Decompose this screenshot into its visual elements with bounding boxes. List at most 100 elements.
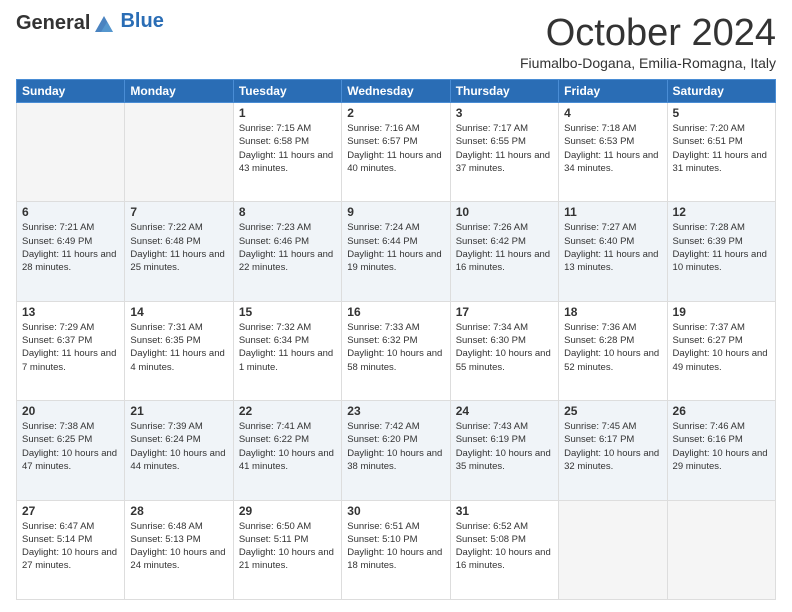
logo-general: General — [16, 12, 90, 35]
day-number: 23 — [347, 404, 444, 418]
day-info: Sunrise: 7:17 AMSunset: 6:55 PMDaylight:… — [456, 122, 553, 175]
calendar-cell: 20Sunrise: 7:38 AMSunset: 6:25 PMDayligh… — [17, 401, 125, 500]
day-number: 31 — [456, 504, 553, 518]
day-number: 3 — [456, 106, 553, 120]
day-info: Sunrise: 7:16 AMSunset: 6:57 PMDaylight:… — [347, 122, 444, 175]
day-number: 12 — [673, 205, 770, 219]
calendar-cell: 31 Sunrise: 6:52 AMSunset: 5:08 PMDayligh… — [450, 500, 558, 599]
day-number: 2 — [347, 106, 444, 120]
day-info: Sunrise: 6:48 AMSunset: 5:13 PMDaylight:… — [130, 520, 227, 573]
day-info: Sunrise: 7:29 AMSunset: 6:37 PMDaylight:… — [22, 321, 119, 374]
day-info: Sunrise: 6:50 AMSunset: 5:11 PMDaylight:… — [239, 520, 336, 573]
day-number: 5 — [673, 106, 770, 120]
calendar-cell: 23 Sunrise: 7:42 AMSunset: 6:20 PMDayligh… — [342, 401, 450, 500]
calendar-cell: 24Sunrise: 7:43 AMSunset: 6:19 PMDayligh… — [450, 401, 558, 500]
day-number: 6 — [22, 205, 119, 219]
day-info: Sunrise: 6:52 AMSunset: 5:08 PMDaylight:… — [456, 520, 553, 573]
col-header-monday: Monday — [125, 80, 233, 103]
col-header-friday: Friday — [559, 80, 667, 103]
day-number: 13 — [22, 305, 119, 319]
calendar-cell — [559, 500, 667, 599]
calendar-cell: 15 Sunrise: 7:32 AMSunset: 6:34 PMDayligh… — [233, 301, 341, 400]
calendar-cell: 18 Sunrise: 7:36 AMSunset: 6:28 PMDayligh… — [559, 301, 667, 400]
day-number: 14 — [130, 305, 227, 319]
day-number: 17 — [456, 305, 553, 319]
logo: General Blue — [16, 12, 164, 35]
calendar-header-row: SundayMondayTuesdayWednesdayThursdayFrid… — [17, 80, 776, 103]
location-subtitle: Fiumalbo-Dogana, Emilia-Romagna, Italy — [520, 55, 776, 71]
day-number: 29 — [239, 504, 336, 518]
calendar-cell — [17, 103, 125, 202]
day-number: 22 — [239, 404, 336, 418]
title-block: October 2024 Fiumalbo-Dogana, Emilia-Rom… — [520, 12, 776, 71]
day-info: Sunrise: 7:41 AMSunset: 6:22 PMDaylight:… — [239, 420, 336, 473]
day-number: 4 — [564, 106, 661, 120]
calendar-cell: 28Sunrise: 6:48 AMSunset: 5:13 PMDayligh… — [125, 500, 233, 599]
day-number: 20 — [22, 404, 119, 418]
day-number: 25 — [564, 404, 661, 418]
calendar-cell: 7 Sunrise: 7:22 AMSunset: 6:48 PMDaylight… — [125, 202, 233, 301]
day-info: Sunrise: 7:31 AMSunset: 6:35 PMDaylight:… — [130, 321, 227, 374]
day-info: Sunrise: 7:32 AMSunset: 6:34 PMDaylight:… — [239, 321, 336, 374]
day-info: Sunrise: 7:27 AMSunset: 6:40 PMDaylight:… — [564, 221, 661, 274]
col-header-tuesday: Tuesday — [233, 80, 341, 103]
day-number: 24 — [456, 404, 553, 418]
day-number: 21 — [130, 404, 227, 418]
day-info: Sunrise: 7:15 AMSunset: 6:58 PMDaylight:… — [239, 122, 336, 175]
col-header-saturday: Saturday — [667, 80, 775, 103]
calendar-cell: 16 Sunrise: 7:33 AMSunset: 6:32 PMDayligh… — [342, 301, 450, 400]
calendar-cell: 3 Sunrise: 7:17 AMSunset: 6:55 PMDaylight… — [450, 103, 558, 202]
calendar-cell: 12 Sunrise: 7:28 AMSunset: 6:39 PMDayligh… — [667, 202, 775, 301]
calendar-cell: 13 Sunrise: 7:29 AMSunset: 6:37 PMDayligh… — [17, 301, 125, 400]
day-info: Sunrise: 7:26 AMSunset: 6:42 PMDaylight:… — [456, 221, 553, 274]
day-info: Sunrise: 7:22 AMSunset: 6:48 PMDaylight:… — [130, 221, 227, 274]
calendar-cell: 30 Sunrise: 6:51 AMSunset: 5:10 PMDayligh… — [342, 500, 450, 599]
calendar-cell — [667, 500, 775, 599]
calendar-cell: 1Sunrise: 7:15 AMSunset: 6:58 PMDaylight… — [233, 103, 341, 202]
header: General Blue October 2024 Fiumalbo-Dogan… — [16, 12, 776, 71]
day-info: Sunrise: 7:21 AMSunset: 6:49 PMDaylight:… — [22, 221, 119, 274]
day-number: 9 — [347, 205, 444, 219]
day-info: Sunrise: 7:20 AMSunset: 6:51 PMDaylight:… — [673, 122, 770, 175]
calendar-cell: 4 Sunrise: 7:18 AMSunset: 6:53 PMDaylight… — [559, 103, 667, 202]
day-number: 7 — [130, 205, 227, 219]
calendar-cell: 25 Sunrise: 7:45 AMSunset: 6:17 PMDayligh… — [559, 401, 667, 500]
day-number: 19 — [673, 305, 770, 319]
day-number: 18 — [564, 305, 661, 319]
day-info: Sunrise: 7:42 AMSunset: 6:20 PMDaylight:… — [347, 420, 444, 473]
day-info: Sunrise: 7:36 AMSunset: 6:28 PMDaylight:… — [564, 321, 661, 374]
day-info: Sunrise: 7:34 AMSunset: 6:30 PMDaylight:… — [456, 321, 553, 374]
col-header-thursday: Thursday — [450, 80, 558, 103]
logo-blue: Blue — [120, 10, 163, 33]
day-info: Sunrise: 7:18 AMSunset: 6:53 PMDaylight:… — [564, 122, 661, 175]
day-number: 16 — [347, 305, 444, 319]
calendar-cell — [125, 103, 233, 202]
calendar-cell: 17 Sunrise: 7:34 AMSunset: 6:30 PMDayligh… — [450, 301, 558, 400]
day-info: Sunrise: 7:37 AMSunset: 6:27 PMDaylight:… — [673, 321, 770, 374]
calendar-week-2: 13 Sunrise: 7:29 AMSunset: 6:37 PMDayligh… — [17, 301, 776, 400]
page: General Blue October 2024 Fiumalbo-Dogan… — [0, 0, 792, 612]
day-number: 30 — [347, 504, 444, 518]
day-number: 15 — [239, 305, 336, 319]
calendar-cell: 29 Sunrise: 6:50 AMSunset: 5:11 PMDayligh… — [233, 500, 341, 599]
calendar-cell: 8Sunrise: 7:23 AMSunset: 6:46 PMDaylight… — [233, 202, 341, 301]
calendar-table: SundayMondayTuesdayWednesdayThursdayFrid… — [16, 79, 776, 600]
day-info: Sunrise: 7:33 AMSunset: 6:32 PMDaylight:… — [347, 321, 444, 374]
day-info: Sunrise: 7:28 AMSunset: 6:39 PMDaylight:… — [673, 221, 770, 274]
logo-icon — [93, 14, 115, 34]
day-number: 11 — [564, 205, 661, 219]
calendar-week-4: 27Sunrise: 6:47 AMSunset: 5:14 PMDayligh… — [17, 500, 776, 599]
calendar-cell: 19 Sunrise: 7:37 AMSunset: 6:27 PMDayligh… — [667, 301, 775, 400]
calendar-cell: 27Sunrise: 6:47 AMSunset: 5:14 PMDayligh… — [17, 500, 125, 599]
day-number: 26 — [673, 404, 770, 418]
day-info: Sunrise: 7:39 AMSunset: 6:24 PMDaylight:… — [130, 420, 227, 473]
calendar-week-3: 20Sunrise: 7:38 AMSunset: 6:25 PMDayligh… — [17, 401, 776, 500]
calendar-cell: 11 Sunrise: 7:27 AMSunset: 6:40 PMDayligh… — [559, 202, 667, 301]
calendar-cell: 5 Sunrise: 7:20 AMSunset: 6:51 PMDaylight… — [667, 103, 775, 202]
calendar-cell: 6 Sunrise: 7:21 AMSunset: 6:49 PMDaylight… — [17, 202, 125, 301]
calendar-cell: 10Sunrise: 7:26 AMSunset: 6:42 PMDayligh… — [450, 202, 558, 301]
day-info: Sunrise: 6:51 AMSunset: 5:10 PMDaylight:… — [347, 520, 444, 573]
day-info: Sunrise: 7:46 AMSunset: 6:16 PMDaylight:… — [673, 420, 770, 473]
day-info: Sunrise: 7:23 AMSunset: 6:46 PMDaylight:… — [239, 221, 336, 274]
day-info: Sunrise: 7:45 AMSunset: 6:17 PMDaylight:… — [564, 420, 661, 473]
